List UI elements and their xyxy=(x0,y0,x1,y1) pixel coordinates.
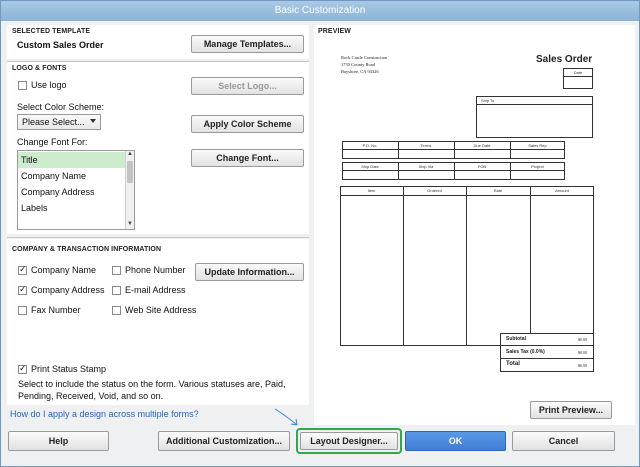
preview-address-line1: 1735 County Road xyxy=(341,62,376,67)
additional-customization-button[interactable]: Additional Customization... xyxy=(158,431,290,451)
change-font-label: Change Font For: xyxy=(17,137,88,147)
preview-ship-date-label: Ship Date xyxy=(361,164,379,169)
divider xyxy=(466,186,467,346)
manage-templates-button[interactable]: Manage Templates... xyxy=(191,35,304,53)
divider xyxy=(500,358,594,359)
email-address-checkbox[interactable] xyxy=(112,286,121,295)
phone-number-checkbox[interactable] xyxy=(112,266,121,275)
fax-number-label: Fax Number xyxy=(31,305,81,315)
help-link[interactable]: How do I apply a design across multiple … xyxy=(10,409,199,419)
font-list-scrollbar[interactable]: ▲ ▼ xyxy=(125,151,134,229)
scroll-down-icon[interactable]: ▼ xyxy=(127,221,133,227)
template-name: Custom Sales Order xyxy=(17,40,104,50)
apply-color-scheme-button[interactable]: Apply Color Scheme xyxy=(191,115,304,133)
preview-sales-rep-label: Sales Rep xyxy=(528,143,547,148)
fax-number-checkbox[interactable] xyxy=(18,306,27,315)
preview-item-table xyxy=(340,186,594,346)
preview-terms-label: Terms xyxy=(420,143,432,148)
basic-customization-window: Basic Customization SELECTED TEMPLATE Cu… xyxy=(0,0,640,467)
color-scheme-select[interactable]: Please Select... xyxy=(17,114,101,130)
preview-ordered-header: Ordered xyxy=(427,188,442,193)
change-font-button[interactable]: Change Font... xyxy=(191,149,304,167)
preview-doc-title: Sales Order xyxy=(536,54,593,65)
preview-ship-to-label: Ship To xyxy=(481,98,495,103)
ok-button[interactable]: OK xyxy=(405,431,506,451)
preview-salestax-label: Sales Tax (0.0%) xyxy=(506,349,545,355)
status-hint: Select to include the status on the form… xyxy=(18,379,286,401)
cancel-button[interactable]: Cancel xyxy=(512,431,615,451)
preview-ship-via-label: Ship Via xyxy=(418,164,434,169)
divider xyxy=(7,237,309,238)
font-item-labels[interactable]: Labels xyxy=(18,200,126,216)
preview-due-date-label: Due Date xyxy=(473,143,491,148)
preview-total-value: $0.00 xyxy=(578,363,587,368)
selected-template-title: SELECTED TEMPLATE xyxy=(12,28,91,35)
color-scheme-label: Select Color Scheme: xyxy=(17,102,105,112)
chevron-down-icon xyxy=(90,119,96,123)
arrow-pointer-icon xyxy=(274,408,298,426)
divider xyxy=(500,345,594,346)
print-preview-button[interactable]: Print Preview... xyxy=(530,401,612,419)
preview-po-label: P.O. No. xyxy=(362,143,378,148)
select-logo-button[interactable]: Select Logo... xyxy=(191,77,304,95)
divider xyxy=(340,195,594,196)
company-address-label: Company Address xyxy=(31,285,105,295)
preview-subtotal-label: Subtotal xyxy=(506,336,526,342)
layout-designer-button[interactable]: Layout Designer... xyxy=(300,432,398,450)
phone-number-label: Phone Number xyxy=(125,265,186,275)
font-list[interactable]: Title Company Name Company Address Label… xyxy=(17,150,135,230)
preview-fob-label: FOB xyxy=(477,164,487,169)
preview-document: Rock Castle Construction 1735 County Roa… xyxy=(334,48,600,385)
preview-subtotal-value: $0.00 xyxy=(578,337,587,342)
preview-title: PREVIEW xyxy=(318,28,351,35)
help-button[interactable]: Help xyxy=(8,431,109,451)
scroll-up-icon[interactable]: ▲ xyxy=(127,151,133,157)
divider xyxy=(563,76,593,77)
website-address-checkbox[interactable] xyxy=(112,306,121,315)
company-address-checkbox[interactable] xyxy=(18,284,27,295)
print-status-label: Print Status Stamp xyxy=(31,364,107,374)
print-status-checkbox[interactable] xyxy=(18,363,27,374)
window-title: Basic Customization xyxy=(1,1,639,21)
font-item-company-name[interactable]: Company Name xyxy=(18,168,126,184)
font-item-title[interactable]: Title xyxy=(18,152,126,168)
logo-fonts-title: LOGO & FONTS xyxy=(12,65,67,72)
company-info-title: COMPANY & TRANSACTION INFORMATION xyxy=(12,246,162,253)
company-name-label: Company Name xyxy=(31,265,97,275)
use-logo-checkbox[interactable] xyxy=(18,81,27,90)
preview-rate-header: Rate xyxy=(493,188,503,193)
divider xyxy=(403,186,404,346)
preview-project-label: Project xyxy=(531,164,544,169)
company-name-checkbox[interactable] xyxy=(18,264,27,275)
preview-total-label: Total xyxy=(506,361,520,367)
divider xyxy=(476,104,593,105)
preview-address-line2: Bayshore, CA 94326 xyxy=(341,69,379,74)
update-information-button[interactable]: Update Information... xyxy=(195,263,304,281)
use-logo-label: Use logo xyxy=(31,80,67,90)
preview-item-header: Item xyxy=(367,188,376,193)
preview-salestax-value: $0.00 xyxy=(578,350,587,355)
scroll-thumb[interactable] xyxy=(127,161,133,183)
preview-amount-header: Amount xyxy=(555,188,569,193)
preview-company-name: Rock Castle Construction xyxy=(341,55,388,60)
website-address-label: Web Site Address xyxy=(125,305,197,315)
font-item-company-address[interactable]: Company Address xyxy=(18,184,126,200)
divider xyxy=(530,186,531,346)
email-address-label: E-mail Address xyxy=(125,285,186,295)
color-scheme-value: Please Select... xyxy=(22,117,85,127)
preview-date-label: Date xyxy=(573,70,583,75)
